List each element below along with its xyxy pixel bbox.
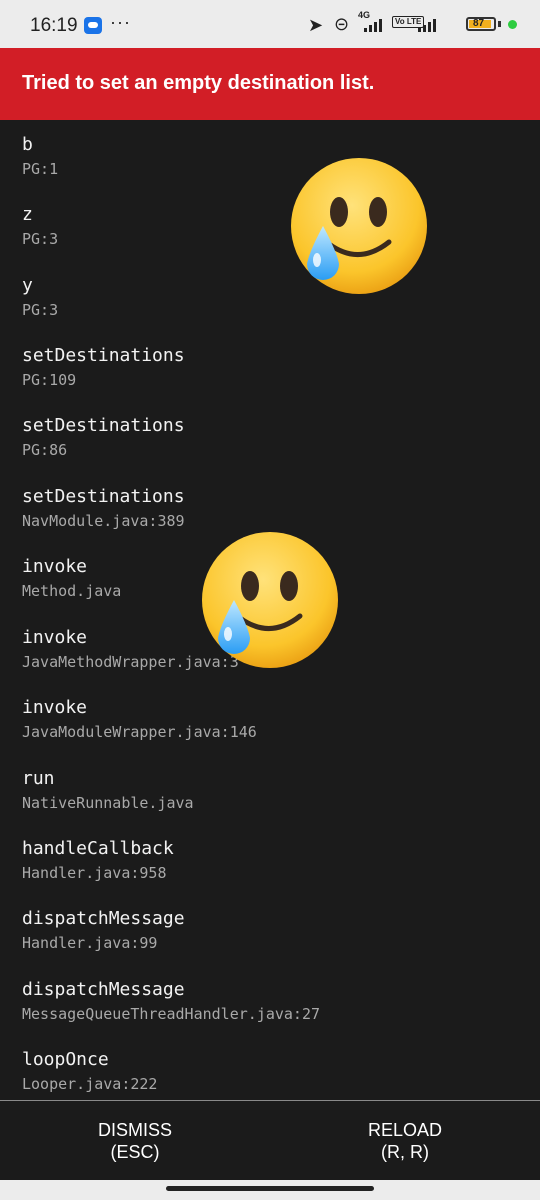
stack-frame[interactable]: run NativeRunnable.java [22, 768, 194, 828]
stack-frame[interactable]: invoke Method.java [22, 556, 121, 616]
status-time: 16:19 [30, 15, 78, 36]
frame-location: Method.java [22, 582, 122, 600]
more-notifications-icon: ··· [110, 12, 131, 32]
navigation-bar [0, 1180, 540, 1200]
battery-tip [498, 21, 501, 27]
footer-actions: DISMISS (ESC) RELOAD (R, R) [0, 1100, 540, 1181]
frame-location: NativeRunnable.java [22, 794, 194, 812]
frame-method: handleCallback [22, 838, 174, 859]
stack-frame[interactable]: setDestinations PG:109 [22, 345, 185, 405]
dismiss-button[interactable]: DISMISS (ESC) [0, 1101, 270, 1181]
frame-method: invoke [22, 697, 88, 718]
smiling-face-with-tear-icon [291, 158, 427, 294]
signal-strength-icon [360, 18, 386, 32]
frame-location: PG:86 [22, 441, 68, 459]
dismiss-label: DISMISS [97, 1120, 172, 1140]
frame-method: dispatchMessage [22, 908, 185, 929]
frame-method: setDestinations [22, 415, 185, 436]
stack-frame[interactable]: setDestinations PG:86 [22, 415, 185, 475]
frame-method: dispatchMessage [22, 979, 185, 1000]
stack-frame[interactable]: dispatchMessage MessageQueueThreadHandle… [22, 979, 320, 1039]
error-banner: Tried to set an empty destination list. [0, 48, 540, 120]
frame-location: Handler.java:99 [22, 934, 158, 952]
smiling-face-with-tear-icon [202, 532, 338, 668]
frame-method: b [22, 134, 33, 155]
frame-method: y [22, 275, 33, 296]
battery-level: 87 [473, 18, 485, 29]
frame-location: Handler.java:958 [22, 864, 167, 882]
error-message: Tried to set an empty destination list. [22, 72, 375, 94]
frame-method: z [22, 204, 33, 225]
reload-label: RELOAD [367, 1120, 443, 1140]
frame-method: loopOnce [22, 1049, 109, 1070]
stack-frame[interactable]: dispatchMessage Handler.java:99 [22, 908, 185, 968]
messaging-app-icon [84, 17, 102, 34]
stack-frame[interactable]: y PG:3 [22, 275, 58, 335]
frame-location: PG:3 [22, 301, 59, 319]
frame-method: invoke [22, 556, 88, 577]
stack-frame[interactable]: loopOnce Looper.java:222 [22, 1049, 157, 1100]
battery-icon: 87 [466, 17, 496, 31]
stack-frame[interactable]: setDestinations NavModule.java:389 [22, 486, 185, 546]
frame-method: run [22, 768, 55, 789]
reload-shortcut: (R, R) [381, 1142, 429, 1162]
status-bar: 16:19 ··· ➤ ⊝ 4G Vo LTE 87 [0, 0, 540, 48]
frame-location: PG:3 [22, 230, 59, 248]
frame-location: PG:109 [22, 371, 77, 389]
dismiss-shortcut: (ESC) [110, 1142, 160, 1162]
hotspot-link-icon: ⊝ [334, 14, 350, 34]
frame-location: NavModule.java:389 [22, 512, 185, 530]
signal-strength-icon-2 [416, 18, 442, 32]
stack-frame[interactable]: z PG:3 [22, 204, 58, 264]
privacy-indicator-icon [508, 20, 517, 29]
frame-location: MessageQueueThreadHandler.java:27 [22, 1005, 321, 1023]
location-arrow-icon: ➤ [308, 15, 324, 35]
frame-method: setDestinations [22, 486, 185, 507]
frame-location: JavaModuleWrapper.java:146 [22, 723, 257, 741]
stack-frame[interactable]: handleCallback Handler.java:958 [22, 838, 174, 898]
stack-frame[interactable]: b PG:1 [22, 134, 58, 194]
reload-button[interactable]: RELOAD (R, R) [270, 1101, 540, 1181]
stack-frame[interactable]: invoke JavaModuleWrapper.java:146 [22, 697, 257, 757]
frame-location: Looper.java:222 [22, 1075, 158, 1093]
frame-method: setDestinations [22, 345, 185, 366]
frame-location: PG:1 [22, 160, 59, 178]
home-indicator[interactable] [166, 1186, 374, 1191]
